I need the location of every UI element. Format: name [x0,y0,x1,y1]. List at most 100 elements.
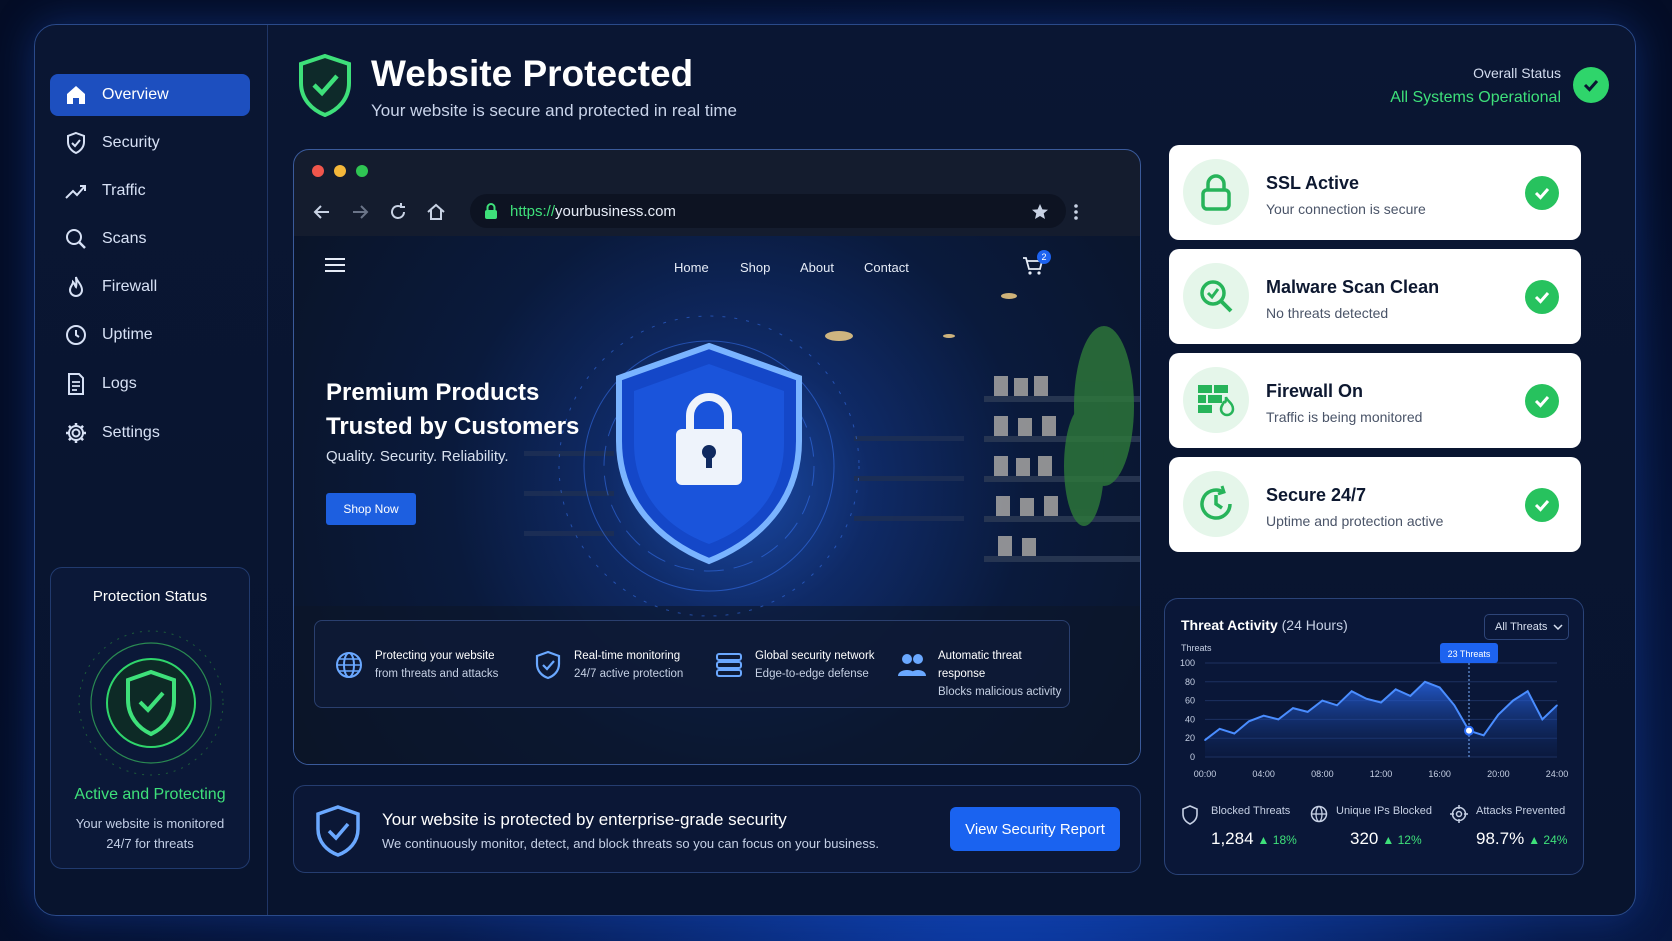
check-icon [1525,176,1559,210]
shield-icon [1182,805,1198,825]
site-nav-shop[interactable]: Shop [740,260,770,275]
feature-title: Real-time monitoring [574,650,681,662]
status-card-subtitle: No threats detected [1266,305,1389,321]
x-tick-label: 08:00 [1311,769,1334,779]
sidebar-item-label: Scans [102,230,147,247]
feature-bar: Protecting your website from threats and… [314,620,1070,708]
sidebar: Overview Security Traffic Scans Firewall… [35,25,268,915]
lock-icon [485,203,497,219]
sidebar-item-security[interactable]: Security [50,122,250,164]
status-card-title: SSL Active [1266,173,1360,193]
protection-line-1: Your website is monitored [75,816,225,831]
data-point [1394,688,1397,691]
sidebar-item-label: Overview [102,86,169,103]
hamburger-menu-icon[interactable] [324,256,346,274]
sidebar-item-settings[interactable]: Settings [50,412,250,454]
url-bar[interactable]: https://yourbusiness.com [470,194,1066,228]
sidebar-item-firewall[interactable]: Firewall [50,266,250,308]
data-point [1277,718,1280,721]
data-point [1409,695,1412,697]
more-icon[interactable] [1072,202,1080,222]
search-check-icon [1183,263,1249,329]
x-tick-label: 24:00 [1546,769,1569,779]
clock-refresh-icon [1183,471,1249,537]
overall-status: Overall Status All Systems Operational [1390,65,1561,107]
hero-title: Premium Products Trusted by Customers [326,376,579,444]
status-card-subtitle: Uptime and protection active [1266,513,1444,529]
hero-tagline: Quality. Security. Reliability. [326,448,509,465]
feature-item: Automatic threat response Blocks malicio… [898,647,1069,701]
stat-label: Unique IPs Blocked [1336,805,1432,817]
site-nav-about[interactable]: About [800,260,834,275]
status-card-subtitle: Your connection is secure [1266,201,1426,217]
view-security-report-button[interactable]: View Security Report [950,807,1120,851]
data-point [1497,713,1500,716]
data-point [1556,704,1558,707]
server-icon [716,653,742,677]
status-card-uptime[interactable]: Secure 24/7 Uptime and protection active [1169,457,1581,552]
star-icon[interactable] [1030,202,1050,222]
feature-sub: Blocks malicious activity [938,686,1062,698]
status-card-malware[interactable]: Malware Scan Clean No threats detected [1169,249,1581,344]
site-nav-contact[interactable]: Contact [864,260,909,275]
status-card-firewall[interactable]: Firewall On Traffic is being monitored [1169,353,1581,448]
url-scheme: https:// [510,202,556,220]
data-point [1526,690,1529,692]
site-nav-home[interactable]: Home [674,260,709,275]
maximize-dot[interactable] [356,165,368,177]
close-dot[interactable] [312,165,324,177]
y-tick-label: 40 [1185,714,1195,724]
check-icon [1525,384,1559,418]
website-preview: Home Shop About Contact 2 Premium Produc… [294,236,1140,764]
sidebar-item-overview[interactable]: Overview [50,74,250,116]
sidebar-item-label: Uptime [102,326,153,343]
protection-shield-icon [78,630,224,776]
status-card-ssl[interactable]: SSL Active Your connection is secure [1169,145,1581,240]
url-host: yourbusiness.com [555,202,676,220]
status-card-title: Secure 24/7 [1266,485,1367,505]
protection-status-desc: Your website is monitored 24/7 for threat… [51,814,249,854]
clock-icon [66,325,86,345]
stat-label: Blocked Threats [1211,805,1291,817]
sidebar-item-logs[interactable]: Logs [50,363,250,405]
data-point [1204,739,1206,741]
shop-now-button[interactable]: Shop Now [326,493,416,525]
data-point [1365,697,1368,700]
home-icon[interactable] [426,202,446,222]
data-point [1380,701,1382,704]
forward-icon[interactable] [350,202,370,222]
sidebar-item-label: Settings [102,424,160,441]
document-icon [68,373,84,395]
threat-activity-panel: Threat Activity (24 Hours) All Threats T… [1164,598,1584,875]
sidebar-item-scans[interactable]: Scans [50,218,250,260]
shield-icon [67,131,85,155]
sidebar-item-label: Firewall [102,278,158,295]
feature-item: Protecting your website from threats and… [336,647,498,683]
x-tick-label: 04:00 [1252,769,1275,779]
stat-change-value: 12% [1397,833,1422,847]
browser-toolbar: https://yourbusiness.com [294,192,1140,232]
back-icon[interactable] [312,202,332,222]
data-point [1233,732,1236,735]
highlight-point [1464,725,1474,736]
data-point [1292,707,1294,709]
stat-number: 320 [1350,829,1379,848]
stat-value: 1,284 ▲ 18% [1211,829,1297,849]
feature-title: Protecting your website [375,650,495,662]
sidebar-item-traffic[interactable]: Traffic [50,170,250,212]
data-point [1218,728,1221,730]
data-point [1321,699,1324,702]
minimize-dot[interactable] [334,165,346,177]
shield-check-icon [316,805,360,857]
data-point [1262,714,1265,717]
y-tick-label: 60 [1185,696,1195,706]
sidebar-item-label: Traffic [102,182,146,199]
sidebar-item-uptime[interactable]: Uptime [50,314,250,356]
y-tick-label: 0 [1190,752,1195,762]
home-icon [67,86,85,104]
x-tick-label: 00:00 [1194,769,1217,779]
page-subtitle: Your website is secure and protected in … [371,101,738,120]
data-point [1424,681,1426,683]
data-point [1453,704,1456,707]
reload-icon[interactable] [388,202,408,222]
